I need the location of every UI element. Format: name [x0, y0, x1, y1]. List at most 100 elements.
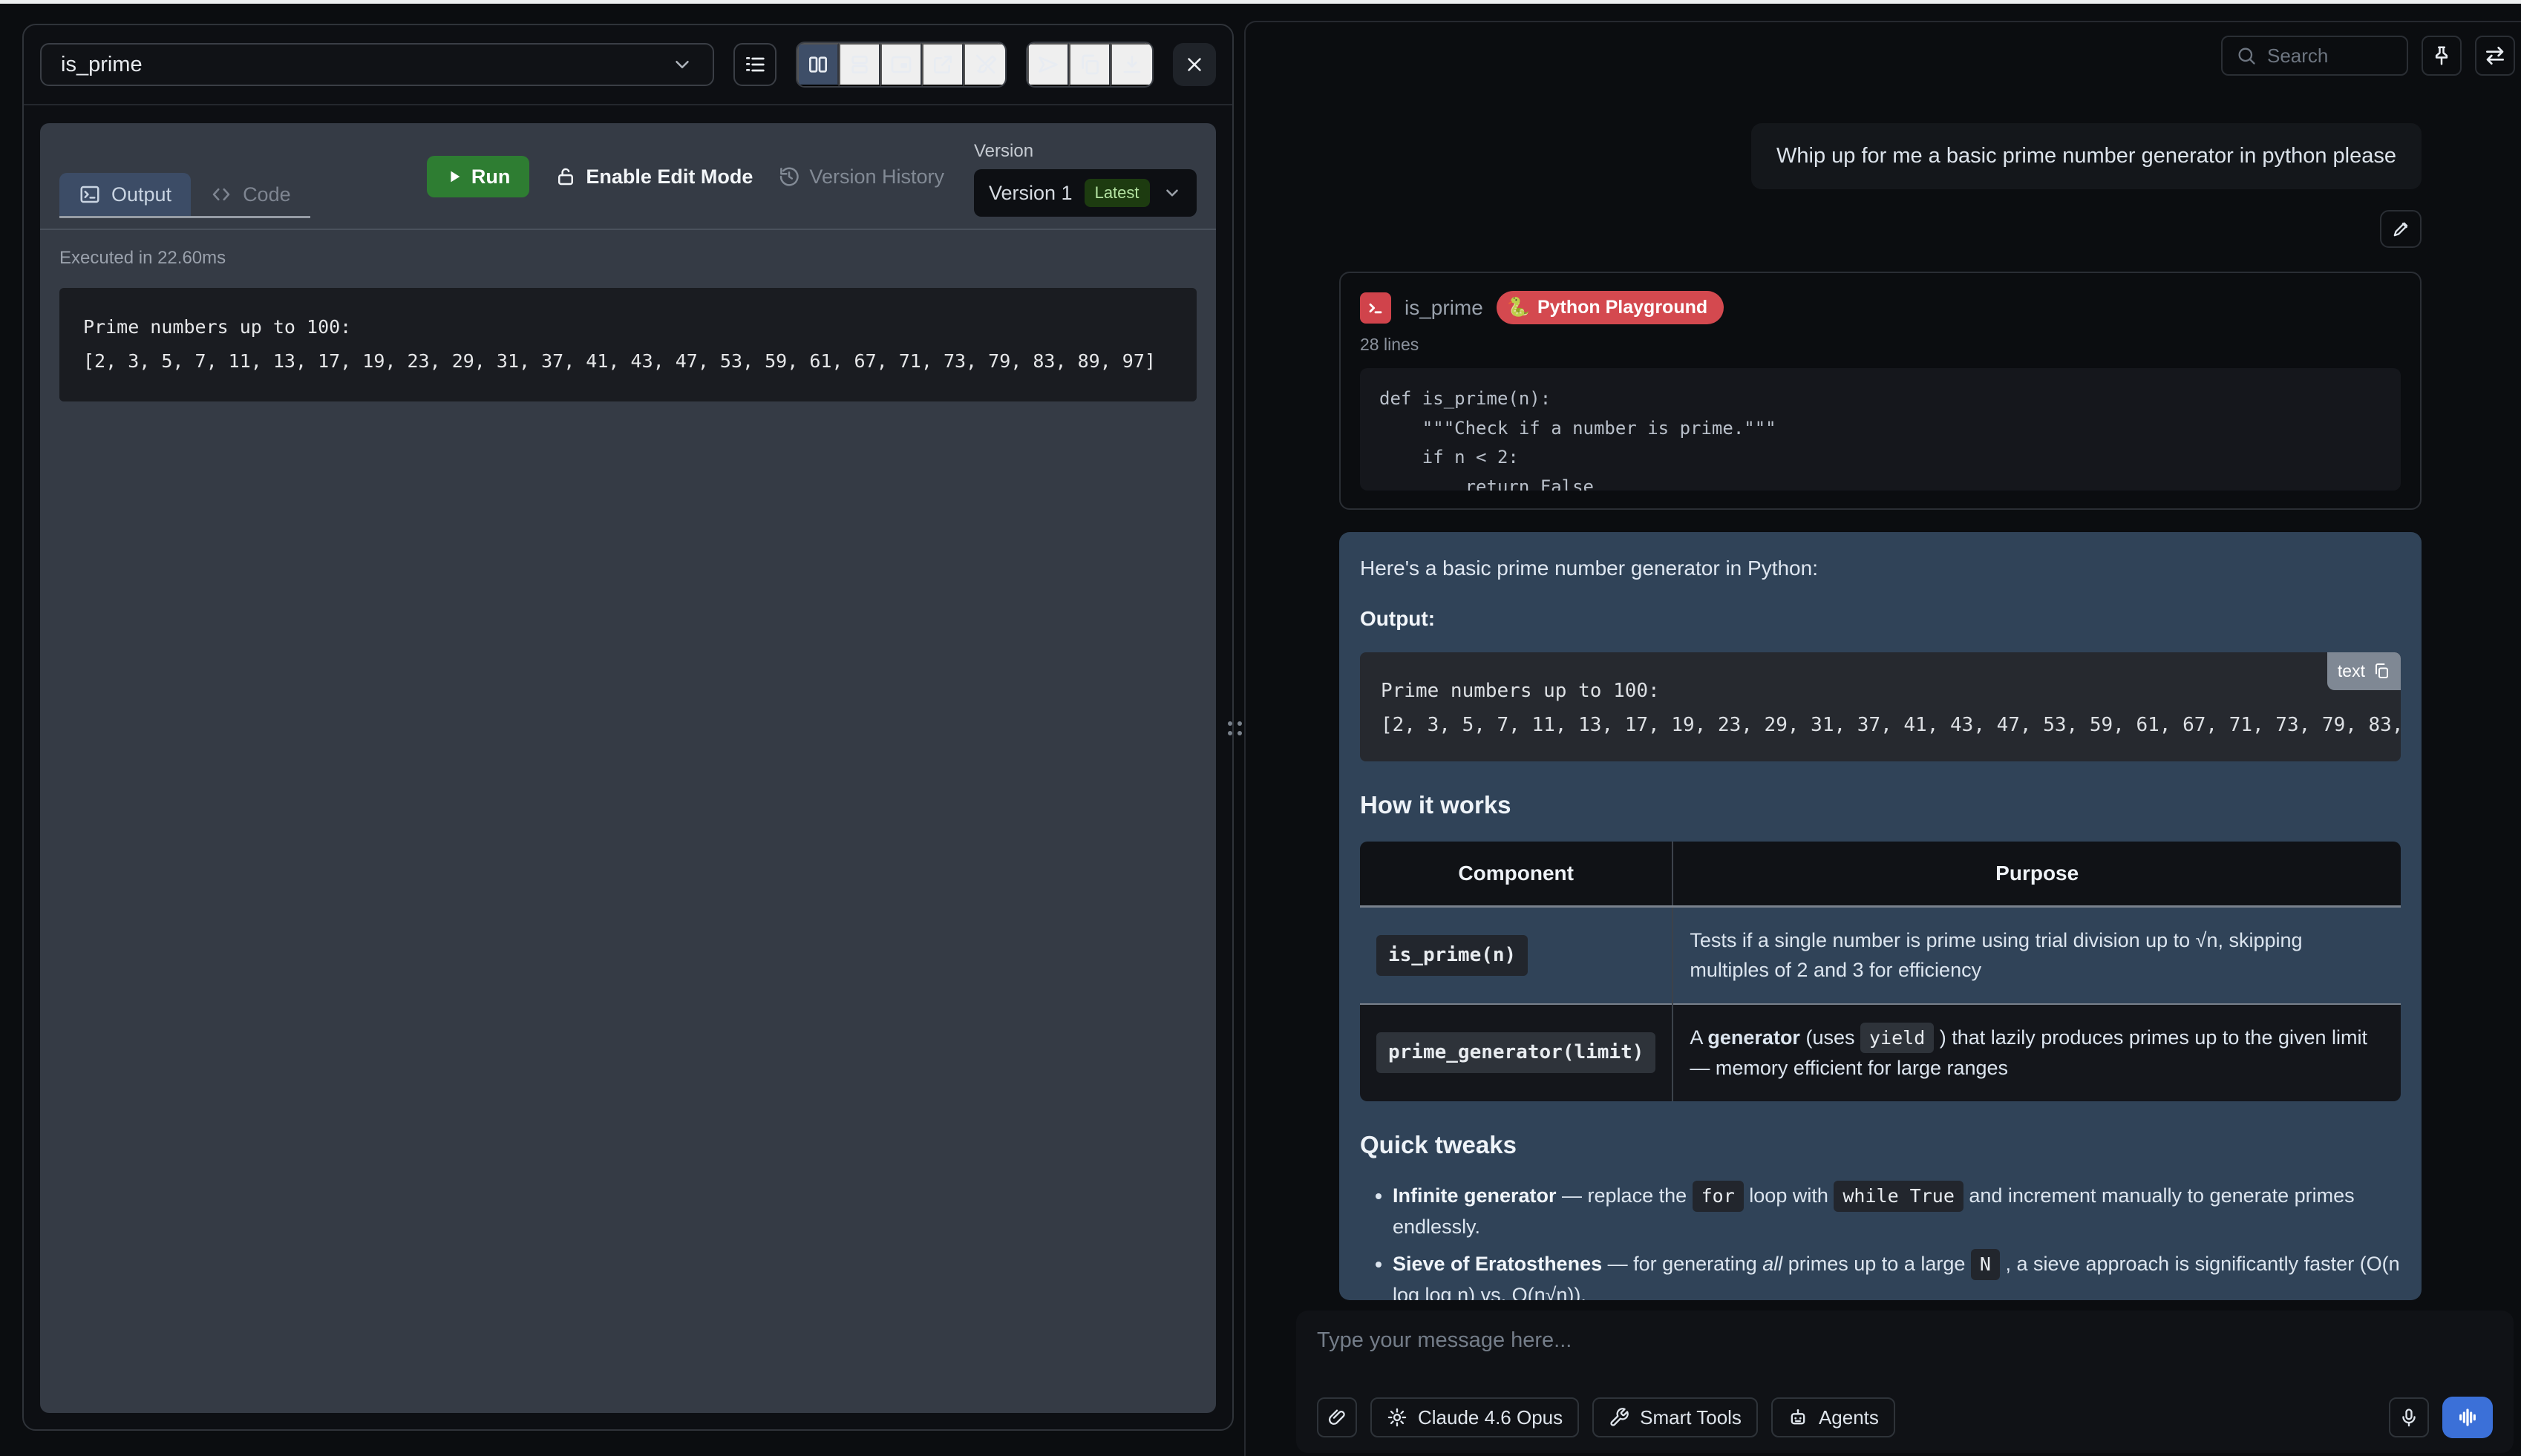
- code-language-label: text: [2338, 658, 2365, 684]
- artifact-name: is_prime: [1405, 296, 1483, 320]
- tab-output[interactable]: Output: [59, 173, 191, 216]
- close-panel-button[interactable]: [1173, 43, 1216, 86]
- message-composer: Claude 4.6 Opus Smart Tools Agents: [1296, 1311, 2514, 1453]
- send-button[interactable]: [1027, 43, 1069, 86]
- output-code-tabs: Output Code: [59, 173, 310, 218]
- chat-panel: Whip up for me a basic prime number gene…: [1244, 21, 2521, 1456]
- table-row: is_prime(n) Tests if a single number is …: [1360, 906, 2401, 1004]
- gear-icon: [1387, 1407, 1407, 1428]
- enable-edit-mode-label: Enable Edit Mode: [586, 165, 753, 188]
- assistant-intro: Here's a basic prime number generator in…: [1360, 553, 2401, 584]
- version-block: Version Version 1 Latest: [974, 141, 1197, 217]
- code-icon: [210, 183, 232, 206]
- open-external-button[interactable]: [922, 43, 964, 86]
- smart-tools-label: Smart Tools: [1640, 1406, 1742, 1429]
- voice-mode-button[interactable]: [2442, 1397, 2493, 1438]
- conversation-area[interactable]: Whip up for me a basic prime number gene…: [1246, 82, 2521, 1300]
- app-window: is_prime: [0, 0, 2521, 1456]
- file-selector-value: is_prime: [61, 53, 143, 77]
- agents-label: Agents: [1819, 1406, 1879, 1429]
- purpose-cell: A generator (uses yield ) that lazily pr…: [1673, 1004, 2401, 1101]
- chevron-down-icon: [1163, 183, 1182, 203]
- robot-icon: [1788, 1407, 1808, 1428]
- terminal-icon: [79, 183, 101, 206]
- agents-button[interactable]: Agents: [1771, 1397, 1895, 1437]
- pin-button[interactable]: [2422, 36, 2462, 76]
- ordered-list-icon: [743, 53, 767, 76]
- assistant-output-label: Output:: [1360, 603, 2401, 634]
- close-icon: [1183, 53, 1206, 76]
- tools-icon: [1609, 1407, 1629, 1428]
- swap-arrows-icon: [2483, 44, 2507, 68]
- waveform-icon: [2456, 1406, 2479, 1429]
- assistant-message: Here's a basic prime number generator in…: [1339, 532, 2422, 1300]
- enable-edit-mode-button[interactable]: Enable Edit Mode: [555, 165, 753, 188]
- swap-panels-button[interactable]: [2475, 36, 2515, 76]
- model-selector-label: Claude 4.6 Opus: [1418, 1406, 1563, 1429]
- history-icon: [778, 165, 800, 188]
- component-code-chip: is_prime(n): [1376, 935, 1528, 976]
- message-input[interactable]: [1317, 1328, 2493, 1361]
- latest-badge: Latest: [1085, 179, 1150, 207]
- smart-tools-button[interactable]: Smart Tools: [1592, 1397, 1758, 1437]
- model-selector-button[interactable]: Claude 4.6 Opus: [1370, 1397, 1579, 1437]
- artifact-code-preview: def is_prime(n): """Check if a number is…: [1360, 368, 2401, 491]
- python-playground-badge-label: Python Playground: [1537, 297, 1707, 318]
- execution-time: Executed in 22.60ms: [59, 248, 1197, 269]
- pin-icon: [2430, 45, 2453, 67]
- version-label: Version: [974, 141, 1033, 162]
- run-card: Output Code: [40, 123, 1216, 1413]
- chevron-down-icon: [671, 53, 693, 76]
- code-language-badge[interactable]: text: [2327, 652, 2401, 690]
- assistant-code-block: text Prime numbers up to 100: [2, 3, 5, …: [1360, 652, 2401, 761]
- artifact-line-count: 28 lines: [1360, 335, 2401, 355]
- playground-panel: is_prime: [22, 24, 1234, 1431]
- playground-toolbar: is_prime: [24, 25, 1232, 104]
- chat-header: [1246, 22, 2521, 83]
- run-card-header: Output Code: [40, 123, 1216, 217]
- python-playground-badge[interactable]: 🐍 Python Playground: [1497, 291, 1724, 324]
- download-button[interactable]: [1111, 43, 1152, 86]
- terminal-icon: [1360, 292, 1391, 324]
- run-button-label: Run: [471, 165, 510, 188]
- layout-rows-button[interactable]: [839, 43, 880, 86]
- component-code-chip: prime_generator(limit): [1376, 1032, 1655, 1073]
- picture-in-picture-icon: [889, 53, 913, 76]
- attach-file-button[interactable]: [1317, 1397, 1357, 1437]
- assistant-output-text: Prime numbers up to 100: [2, 3, 5, 7, 11…: [1360, 652, 2401, 761]
- user-message: Whip up for me a basic prime number gene…: [1751, 123, 2422, 189]
- version-select[interactable]: Version 1 Latest: [974, 169, 1197, 217]
- external-link-icon: [931, 53, 955, 76]
- quick-tweaks-list: Infinite generator — replace the for loo…: [1393, 1181, 2401, 1300]
- python-icon: 🐍: [1507, 297, 1530, 318]
- list-item: Sieve of Eratosthenes — for generating a…: [1393, 1249, 2401, 1300]
- version-select-value: Version 1: [989, 182, 1073, 205]
- window-top-edge: [0, 0, 2521, 4]
- columns-layout-icon: [806, 53, 830, 76]
- layout-toggle-group: [796, 42, 1007, 88]
- run-button[interactable]: Run: [427, 156, 529, 197]
- unlock-icon: [555, 165, 577, 188]
- microphone-button[interactable]: [2389, 1397, 2429, 1437]
- version-history-button[interactable]: Version History: [778, 165, 944, 188]
- disable-styles-button[interactable]: [964, 43, 1005, 86]
- purpose-cell: Tests if a single number is prime using …: [1673, 906, 2401, 1004]
- copy-icon: [2373, 662, 2390, 680]
- copy-button[interactable]: [1069, 43, 1111, 86]
- quick-tweaks-heading: Quick tweaks: [1360, 1127, 2401, 1164]
- search-box[interactable]: [2221, 36, 2408, 76]
- search-input[interactable]: [2267, 45, 2378, 68]
- layout-columns-button[interactable]: [797, 43, 839, 86]
- edit-message-button[interactable]: [2380, 210, 2422, 248]
- artifact-card[interactable]: is_prime 🐍 Python Playground 28 lines de…: [1339, 272, 2422, 510]
- play-icon: [446, 168, 462, 185]
- how-it-works-table: Component Purpose is_prime(n) Tests if a…: [1360, 842, 2401, 1101]
- tab-code[interactable]: Code: [191, 173, 310, 216]
- how-it-works-heading: How it works: [1360, 787, 2401, 824]
- file-selector[interactable]: is_prime: [40, 43, 714, 86]
- picture-in-picture-button[interactable]: [880, 43, 922, 86]
- search-icon: [2236, 45, 2257, 66]
- artifact-header: is_prime 🐍 Python Playground: [1360, 291, 2401, 324]
- file-list-button[interactable]: [733, 43, 776, 86]
- brush-off-icon: [973, 53, 997, 76]
